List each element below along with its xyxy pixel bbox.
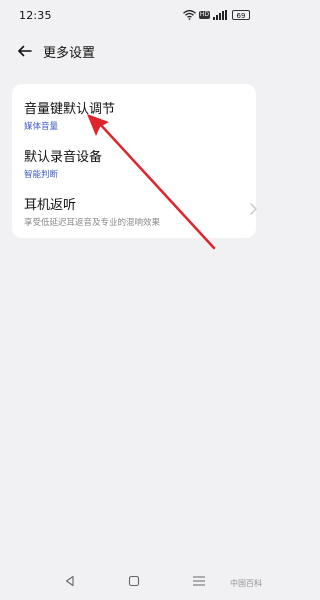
setting-volume-key-default[interactable]: 音量键默认调节 媒体音量 [24,98,244,132]
nav-back-icon[interactable] [64,575,76,587]
status-icons: HD 69 [182,9,250,21]
settings-card: 音量键默认调节 媒体音量 默认录音设备 智能判断 耳机返听 享受低延迟耳返音及专… [12,84,256,238]
setting-title: 默认录音设备 [24,150,103,165]
setting-title: 音量键默认调节 [24,102,116,117]
nav-home-icon[interactable] [128,575,140,587]
watermark: 中国百科 [230,579,262,588]
battery-icon: 69 [232,10,250,20]
setting-value: 智能判断 [24,170,59,180]
status-bar: 12:35 HD 69 [0,0,268,34]
status-time: 12:35 [19,9,52,22]
wifi-icon [182,10,196,20]
page-title: 更多设置 [43,46,96,61]
nav-menu-icon[interactable] [192,575,206,587]
top-app-bar: 更多设置 [0,34,268,68]
setting-headphone-monitoring[interactable]: 耳机返听 享受低延迟耳返音及专业的混响效果 [24,194,244,228]
setting-value: 媒体音量 [24,122,59,132]
chevron-right-icon[interactable] [248,202,258,216]
back-arrow-icon[interactable] [15,41,35,61]
hd-icon: HD [198,11,210,19]
system-nav-bar: 中国百科 [0,564,268,600]
setting-default-recording-device[interactable]: 默认录音设备 智能判断 [24,146,244,180]
setting-description: 享受低延迟耳返音及专业的混响效果 [24,218,161,228]
signal-icon [213,10,229,20]
setting-title: 耳机返听 [24,198,77,213]
